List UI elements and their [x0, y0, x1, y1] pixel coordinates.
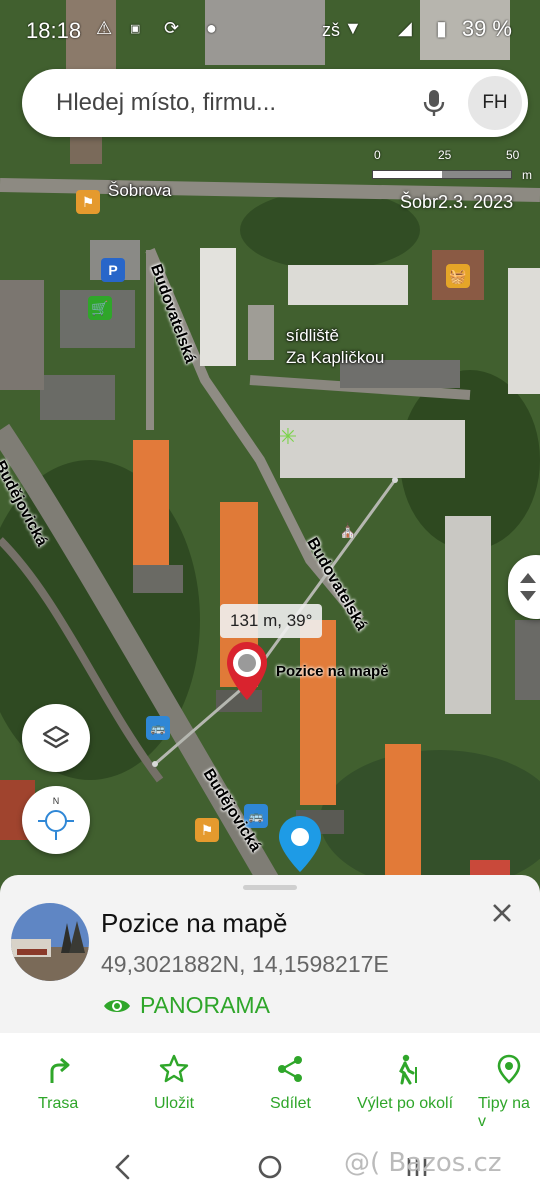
battery-percent: 39 %	[461, 16, 512, 41]
bus-stop-icon[interactable]: 🚌	[146, 716, 170, 740]
scale-label-50: 50	[506, 148, 520, 162]
signal-icon: ◢	[398, 18, 412, 38]
place-label-za-kaplickou: Za Kapličkou	[286, 348, 385, 367]
tips-button[interactable]: Tipy na v	[478, 1053, 540, 1131]
poi-marker-orange[interactable]: ⚑	[76, 190, 100, 214]
search-input[interactable]: Hledej místo, firmu...	[56, 89, 276, 117]
scale-bar	[372, 170, 512, 179]
place-detail-sheet[interactable]: Pozice na mapě 49,3021882N, 14,1598217E …	[0, 875, 540, 1035]
trip-nearby-label: Výlet po okolí	[357, 1095, 454, 1112]
watermark: @( Bazos.cz	[344, 1148, 502, 1178]
save-label: Uložit	[154, 1095, 195, 1112]
route-button[interactable]: Trasa	[38, 1053, 78, 1113]
street-label-sobrova: Šobrova	[108, 181, 172, 200]
compass-button[interactable]: N	[22, 786, 90, 854]
panorama-thumbnail[interactable]	[11, 903, 89, 981]
imagery-attribution: Šobr2.3. 2023	[400, 192, 514, 212]
church-icon[interactable]: ⛪	[336, 518, 360, 542]
microphone-icon[interactable]	[418, 87, 450, 119]
parking-icon[interactable]: P	[101, 258, 125, 282]
home-icon[interactable]	[257, 1154, 283, 1180]
expand-arrows-icon	[520, 573, 536, 601]
position-marker-icon[interactable]	[224, 640, 270, 704]
marker-label: Pozice na mapě	[276, 663, 389, 680]
save-button[interactable]: Uložit	[154, 1053, 194, 1113]
tips-label: Tipy na v	[478, 1095, 530, 1130]
user-avatar[interactable]: FH	[468, 76, 522, 130]
layers-button[interactable]	[22, 704, 90, 772]
share-icon	[278, 1056, 303, 1082]
place-label-sidliste: sídliště	[286, 326, 339, 345]
poi-marker-orange[interactable]: ⚑	[195, 818, 219, 842]
status-time: 18:18	[26, 18, 82, 43]
action-bar: Trasa Uložit Sdílet Výlet po okolí Tipy …	[0, 1033, 540, 1133]
star-icon	[159, 1054, 189, 1083]
place-title: Pozice na mapě	[101, 908, 288, 938]
compass-icon: N	[38, 796, 74, 840]
dot-icon: ●	[206, 18, 217, 38]
shop-icon[interactable]: 🛒	[88, 296, 112, 320]
app-notification-icon: ▣	[130, 23, 141, 35]
status-bar: 18:18 ⚠ ▣ ⟳ ● zš ▼ ◢ ▮ 39 %	[0, 0, 540, 60]
location-pin-icon	[497, 1054, 521, 1084]
panorama-link[interactable]: PANORAMA	[102, 992, 270, 1019]
map-scale: 0 25 50 m	[372, 148, 532, 188]
shop-basket-icon[interactable]: 🧺	[446, 264, 470, 288]
mapy-app-screen: ⚑ P 🛒 🧺 ✳ ⛪ 🚌 🚌 ⚑ Šobrova sídliště Za Ka…	[0, 0, 540, 1200]
warning-icon: ⚠	[96, 18, 113, 38]
scale-label-25: 25	[438, 148, 452, 162]
route-label: Trasa	[38, 1095, 79, 1112]
my-location-marker-icon[interactable]	[276, 814, 324, 874]
distance-measurement: 131 m, 39°	[220, 604, 323, 638]
scale-label-0: 0	[374, 148, 381, 162]
playground-icon[interactable]: ✳	[276, 424, 300, 449]
share-label: Sdílet	[270, 1095, 311, 1112]
wifi-icon: ▼	[344, 18, 362, 38]
carrier-text: zš	[322, 20, 340, 40]
eye-icon	[104, 999, 130, 1012]
panorama-label: PANORAMA	[140, 992, 270, 1018]
search-bar[interactable]: Hledej místo, firmu... FH	[22, 69, 528, 137]
route-icon	[50, 1057, 70, 1083]
layers-icon	[42, 725, 70, 749]
svg-text:N: N	[53, 796, 60, 806]
scale-unit: m	[522, 168, 532, 182]
close-icon[interactable]	[486, 897, 518, 929]
trip-nearby-button[interactable]: Výlet po okolí	[357, 1053, 453, 1113]
back-icon[interactable]	[112, 1153, 134, 1181]
hiking-icon	[399, 1054, 418, 1085]
sheet-drag-handle[interactable]	[243, 885, 297, 890]
sync-icon: ⟳	[164, 18, 180, 38]
share-button[interactable]: Sdílet	[270, 1053, 311, 1113]
place-coordinates: 49,3021882N, 14,1598217E	[101, 951, 389, 977]
battery-icon: ▮	[436, 18, 448, 40]
